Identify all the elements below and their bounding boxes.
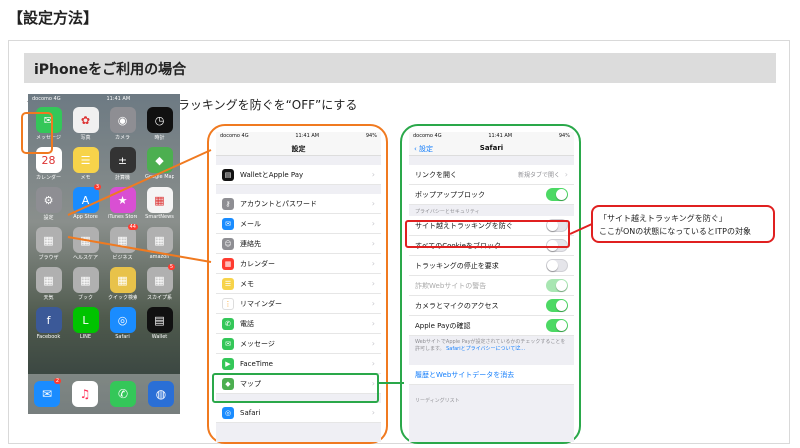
callout-line1: 「サイト越えトラッキングを防ぐ」 <box>599 214 727 223</box>
callout-line2: ここがONの状態になっているとITPの対象 <box>599 227 751 236</box>
page: 【設定方法】 iPhoneをご利用の場合 設定→Safari→サイト越えトラッキ… <box>0 0 800 448</box>
red-connector <box>569 223 593 235</box>
orange-connector-bottom <box>67 236 212 263</box>
orange-connector-top <box>67 149 212 216</box>
itp-callout: 「サイト越えトラッキングを防ぐ」 ここがONの状態になっているとITPの対象 <box>591 205 775 243</box>
